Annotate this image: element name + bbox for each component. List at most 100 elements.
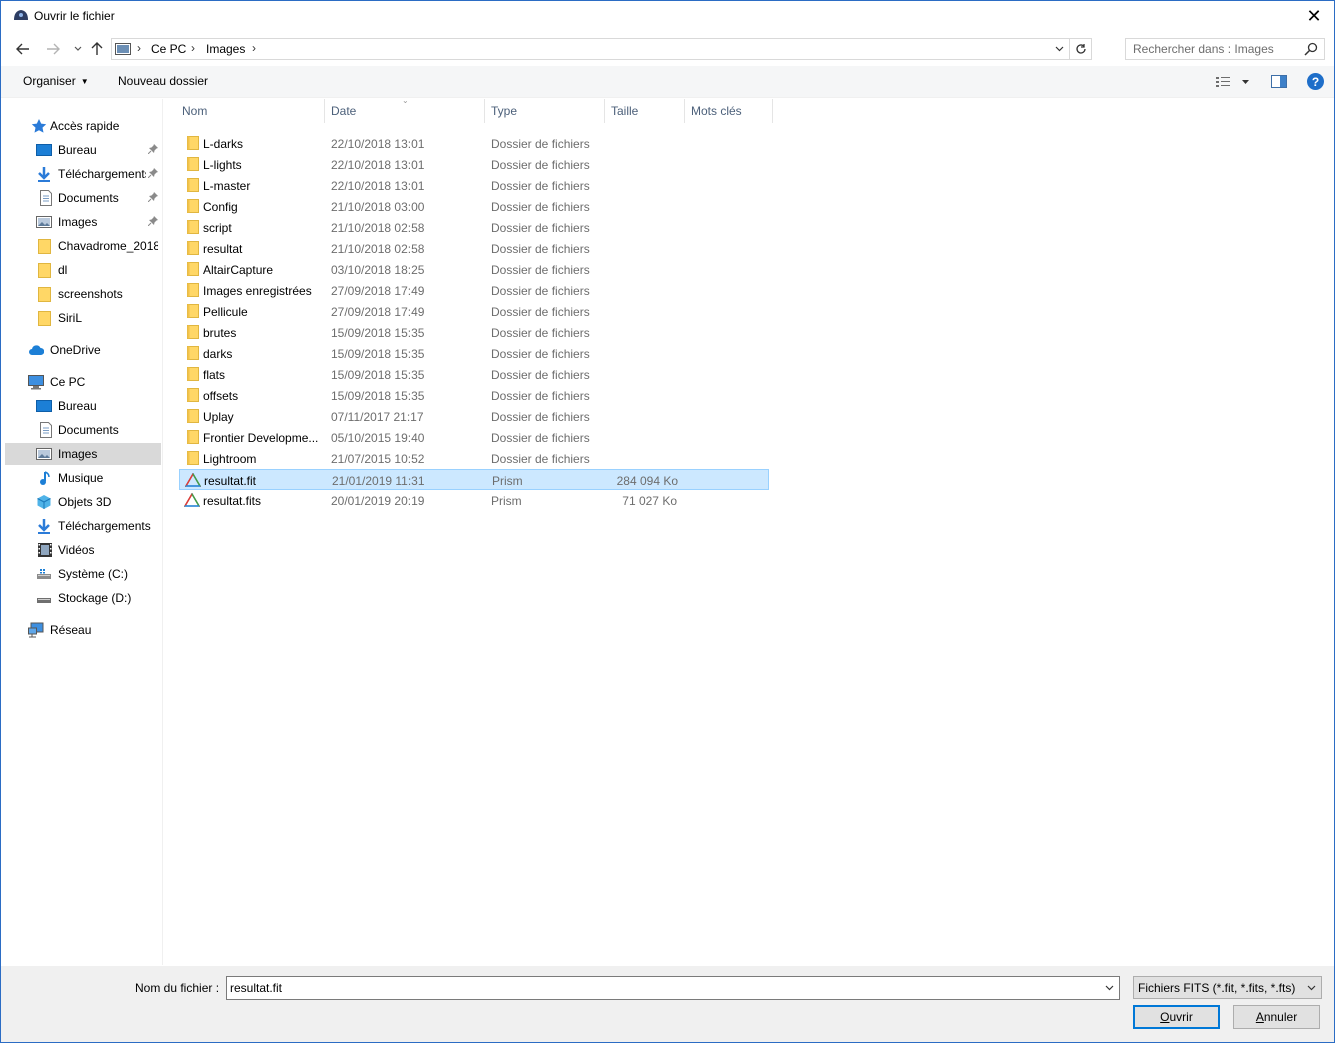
file-type: Dossier de fichiers — [491, 200, 590, 214]
column-header-type[interactable]: Type — [485, 99, 605, 123]
nav-pc-systeme-c[interactable]: Système (C:) — [5, 563, 161, 585]
file-name: Lightroom — [203, 452, 257, 466]
pictures-icon — [36, 216, 52, 228]
file-row[interactable]: AltairCapture 03/10/2018 18:25 Dossier de … — [179, 259, 769, 280]
file-date: 20/01/2019 20:19 — [331, 494, 425, 508]
column-header-name[interactable]: Nom — [176, 99, 325, 123]
file-row[interactable]: script 21/10/2018 02:58 Dossier de fichier… — [179, 217, 769, 238]
nav-quick-chavadrome[interactable]: Chavadrome_2018 — [5, 235, 161, 257]
new-folder-button[interactable]: Nouveau dossier — [118, 74, 208, 88]
up-button[interactable] — [87, 38, 107, 60]
back-button[interactable] — [13, 38, 33, 60]
breadcrumb-separator[interactable]: › — [191, 41, 195, 55]
file-type-filter[interactable]: Fichiers FITS (*.fit, *.fits, *.fts) — [1133, 976, 1322, 999]
desktop-icon — [36, 400, 52, 412]
file-date: 21/07/2015 10:52 — [331, 452, 425, 466]
file-row[interactable]: Pellicule 27/09/2018 17:49 Dossier de fich… — [179, 301, 769, 322]
pin-icon[interactable] — [148, 216, 158, 226]
file-row[interactable]: brutes 15/09/2018 15:35 Dossier de fichier… — [179, 322, 769, 343]
file-row[interactable]: flats 15/09/2018 15:35 Dossier de fichiers — [179, 364, 769, 385]
help-button[interactable]: ? — [1307, 73, 1324, 90]
file-row[interactable]: L-master 22/10/2018 13:01 Dossier de fichi… — [179, 175, 769, 196]
nav-this-pc[interactable]: Ce PC — [5, 371, 161, 393]
file-row[interactable]: L-lights 22/10/2018 13:01 Dossier de fichi… — [179, 154, 769, 175]
file-row[interactable]: Frontier Developme... 05/10/2015 19:40 Dos… — [179, 427, 769, 448]
filename-dropdown-button[interactable] — [1102, 980, 1116, 996]
folder-icon — [187, 199, 199, 213]
pin-icon[interactable] — [148, 192, 158, 202]
document-icon — [40, 422, 52, 438]
drive-d-icon — [37, 598, 51, 603]
search-input[interactable] — [1126, 39, 1298, 59]
pin-icon[interactable] — [148, 168, 158, 178]
nav-pc-documents[interactable]: Documents — [5, 419, 161, 441]
nav-quick-dl[interactable]: dl — [5, 259, 161, 281]
nav-pc-images[interactable]: Images — [5, 443, 161, 465]
nav-item-label: Chavadrome_2018 — [58, 239, 158, 253]
forward-button[interactable] — [43, 38, 63, 60]
computer-icon — [28, 375, 44, 390]
open-button[interactable]: Ouvrir — [1133, 1005, 1220, 1029]
nav-network[interactable]: Réseau — [5, 619, 161, 641]
nav-pc-musique[interactable]: Musique — [5, 467, 161, 489]
filename-input[interactable] — [227, 977, 1097, 999]
nav-quick-screenshots[interactable]: screenshots — [5, 283, 161, 305]
file-name: L-master — [203, 179, 251, 193]
pin-icon[interactable] — [148, 144, 158, 154]
nav-pc-telechargements[interactable]: Téléchargements — [5, 515, 161, 537]
file-row[interactable]: L-darks 22/10/2018 13:01 Dossier de fichie… — [179, 133, 769, 154]
file-row[interactable]: Lightroom 21/07/2015 10:52 Dossier de fich… — [179, 448, 769, 469]
address-dropdown-button[interactable] — [1051, 39, 1067, 59]
nav-quick-access[interactable]: Accès rapide — [5, 115, 161, 137]
close-icon: ✕ — [1306, 6, 1322, 26]
file-type: Dossier de fichiers — [491, 158, 590, 172]
file-row[interactable]: darks 15/09/2018 15:35 Dossier de fichiers — [179, 343, 769, 364]
breadcrumb-ce-pc[interactable]: Ce PC — [151, 42, 186, 56]
address-bar[interactable]: › Ce PC › Images › — [111, 38, 1092, 60]
file-row[interactable]: Config 21/10/2018 03:00 Dossier de fichier… — [179, 196, 769, 217]
organize-button[interactable]: Organiser ▼ — [23, 74, 89, 88]
search-box[interactable] — [1125, 38, 1325, 60]
filename-combobox[interactable] — [226, 976, 1120, 1000]
nav-quick-telechargements[interactable]: Téléchargements — [5, 163, 161, 185]
file-type-dropdown-button[interactable] — [1304, 981, 1318, 995]
window-title: Ouvrir le fichier — [34, 9, 115, 23]
file-row[interactable]: Uplay 07/11/2017 21:17 Dossier de fichiers — [179, 406, 769, 427]
nav-quick-documents[interactable]: Documents — [5, 187, 161, 209]
folder-icon — [187, 157, 199, 171]
refresh-button[interactable] — [1069, 39, 1091, 59]
column-header-size[interactable]: Taille — [605, 99, 685, 123]
nav-quick-siril[interactable]: SiriL — [5, 307, 161, 329]
nav-pc-stockage-d[interactable]: Stockage (D:) — [5, 587, 161, 609]
close-button[interactable]: ✕ — [1294, 1, 1334, 32]
file-row[interactable]: resultat.fits 20/01/2019 20:19 Prism 71 027… — [179, 490, 769, 511]
change-view-button[interactable] — [1214, 74, 1254, 90]
column-size-label: Taille — [611, 104, 639, 118]
cancel-button[interactable]: Annuler — [1233, 1005, 1320, 1029]
file-row[interactable]: offsets 15/09/2018 15:35 Dossier de fichie… — [179, 385, 769, 406]
organize-label: Organiser — [23, 74, 76, 88]
file-row[interactable]: resultat.fit 21/01/2019 11:31 Prism 284 094… — [179, 469, 769, 490]
nav-quick-images[interactable]: Images — [5, 211, 161, 233]
file-type: Dossier de fichiers — [491, 263, 590, 277]
toolbar: Organiser ▼ Nouveau dossier ? — [1, 66, 1334, 98]
nav-onedrive[interactable]: OneDrive — [5, 339, 161, 361]
nav-pc-bureau[interactable]: Bureau — [5, 395, 161, 417]
column-header-tags[interactable]: Mots clés — [685, 99, 773, 123]
nav-pc-objets-3d[interactable]: Objets 3D — [5, 491, 161, 513]
breadcrumb-separator[interactable]: › — [252, 41, 256, 55]
recent-locations-button[interactable] — [68, 38, 88, 60]
file-row[interactable]: resultat 21/10/2018 02:58 Dossier de fichi… — [179, 238, 769, 259]
nav-quick-bureau[interactable]: Bureau — [5, 139, 161, 161]
folder-icon — [187, 346, 199, 360]
search-icon[interactable] — [1304, 42, 1318, 56]
preview-pane-button[interactable] — [1271, 75, 1287, 88]
file-date: 21/10/2018 02:58 — [331, 221, 425, 235]
folder-icon — [38, 239, 51, 254]
breadcrumb-images[interactable]: Images — [206, 42, 245, 56]
open-file-dialog: Ouvrir le fichier ✕ › Ce PC › Images › R… — [0, 0, 1335, 1043]
nav-item-label: Objets 3D — [58, 495, 112, 509]
file-row[interactable]: Images enregistrées 27/09/2018 17:49 Dossi… — [179, 280, 769, 301]
nav-pc-videos[interactable]: Vidéos — [5, 539, 161, 561]
nav-quick-access-label: Accès rapide — [50, 119, 120, 133]
